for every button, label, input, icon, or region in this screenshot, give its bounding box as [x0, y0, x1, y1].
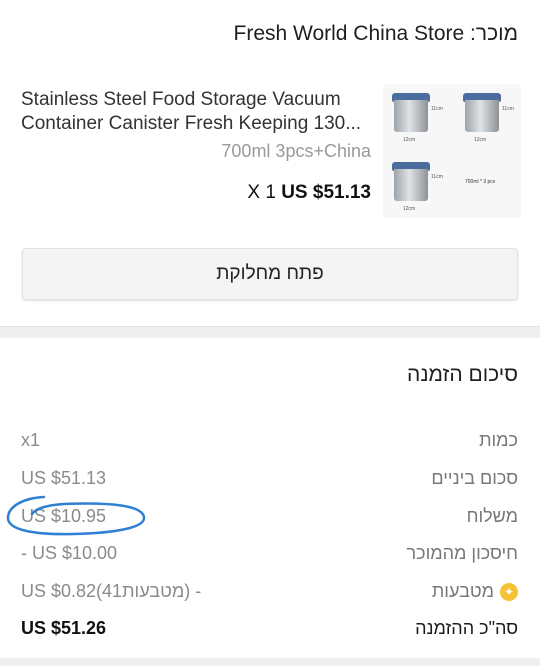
summary-value: US $51.26 — [21, 618, 107, 638]
product-thumbnail[interactable]: 11cm 12cm 11cm 12cm 11cm 12cm 700ml * 3 … — [383, 84, 521, 218]
canister-image — [463, 93, 501, 133]
spec-label: 700ml * 3 pcs — [465, 179, 496, 185]
summary-value: US $10.95 — [21, 506, 107, 526]
summary-value: - US $10.00 — [21, 543, 118, 563]
product-item[interactable]: Stainless Steel Food Storage Vacuum Cont… — [0, 80, 540, 220]
order-summary-title: סיכום הזמנה — [407, 363, 518, 386]
order-details-page: מוכר: Fresh World China Store Stainless … — [0, 0, 540, 666]
height-dimension-label: 11cm — [431, 174, 443, 180]
summary-label: סכום ביניים — [431, 468, 518, 488]
open-dispute-button[interactable]: פתח מחלוקת — [22, 248, 518, 300]
summary-value: x1 — [21, 430, 41, 450]
width-dimension-label: 12cm — [474, 137, 487, 143]
summary-row-coins[interactable]: ✦ מטבעות US $0.82(41מטבעות) - — [0, 576, 540, 606]
product-price: US $51.13 — [281, 182, 371, 203]
canister-image — [392, 162, 430, 202]
product-title[interactable]: Stainless Steel Food Storage Vacuum Cont… — [21, 88, 371, 136]
seller-name[interactable]: מוכר: Fresh World China Store — [0, 16, 540, 52]
summary-label: כמות — [479, 430, 518, 450]
summary-row-quantity: כמות x1 — [0, 425, 540, 455]
section-divider — [0, 326, 540, 338]
product-title-line-1: Stainless Steel Food Storage Vacuum — [21, 89, 341, 110]
coin-icon: ✦ — [500, 583, 518, 602]
height-dimension-label: 11cm — [431, 106, 443, 112]
product-quantity: X 1 — [247, 182, 276, 203]
summary-value: US $51.13 — [21, 468, 107, 488]
summary-value: US $0.82(41מטבעות) - — [21, 581, 202, 601]
summary-row-shipping: משלוח US $10.95 — [0, 501, 540, 531]
summary-label: ✦ מטבעות — [432, 576, 518, 606]
product-price-line: X 1 US $51.13 — [21, 182, 371, 204]
height-dimension-label: 11cm — [502, 106, 514, 112]
summary-row-seller-discount: חיסכון מהמוכר - US $10.00 — [0, 538, 540, 568]
product-title-line-2: Container Canister Fresh Keeping 130... — [21, 113, 362, 134]
summary-row-subtotal: סכום ביניים US $51.13 — [0, 463, 540, 493]
canister-image — [392, 93, 430, 133]
coins-label: מטבעות — [431, 581, 494, 601]
product-variant: 700ml 3pcs+China — [221, 141, 371, 161]
summary-label: חיסכון מהמוכר — [406, 543, 518, 563]
bottom-divider — [0, 658, 540, 666]
width-dimension-label: 12cm — [403, 206, 416, 212]
width-dimension-label: 12cm — [403, 137, 416, 143]
summary-row-order-total: סה"כ ההזמנה US $51.26 — [0, 613, 540, 643]
summary-label: משלוח — [466, 506, 518, 526]
summary-label: סה"כ ההזמנה — [415, 618, 518, 638]
